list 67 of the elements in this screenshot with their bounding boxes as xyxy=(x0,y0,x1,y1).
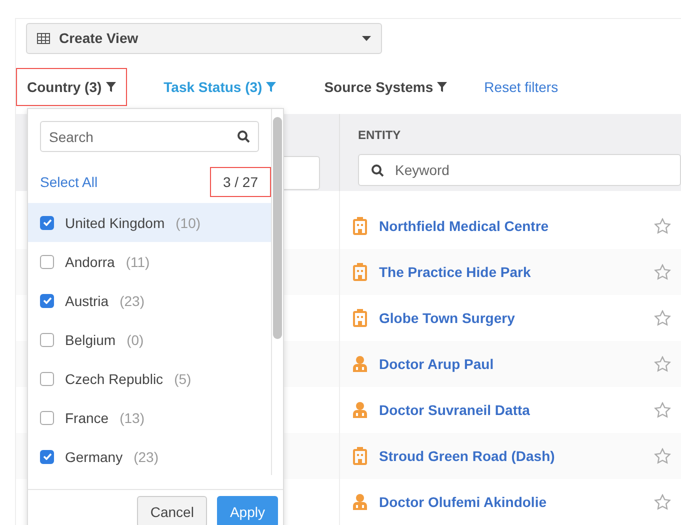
country-option[interactable]: United Kingdom (10) xyxy=(28,203,271,242)
country-label: France xyxy=(65,410,109,426)
building-icon xyxy=(353,447,367,465)
entity-link[interactable]: Doctor Olufemi Akindolie xyxy=(379,494,642,510)
table-icon xyxy=(37,32,50,44)
country-option[interactable]: Belgium (0) xyxy=(28,320,271,359)
doctor-icon xyxy=(353,356,367,372)
star-icon[interactable] xyxy=(654,218,671,234)
search-field[interactable]: Search xyxy=(40,121,259,152)
scrollbar-thumb[interactable] xyxy=(273,117,282,339)
country-label: Czech Republic xyxy=(65,370,164,386)
star-icon[interactable] xyxy=(654,264,671,280)
country-option[interactable]: Germany (23) xyxy=(28,437,271,476)
country-count: (13) xyxy=(120,410,144,426)
doctor-icon xyxy=(353,402,367,418)
checkmark-icon xyxy=(42,297,52,304)
column-header: ENTITY xyxy=(358,128,402,142)
search-icon xyxy=(237,130,250,143)
reset-filters-link[interactable]: Reset filters xyxy=(484,78,558,95)
country-label: Austria xyxy=(65,292,109,308)
checkbox[interactable] xyxy=(40,294,54,308)
country-option[interactable]: Czech Republic (5) xyxy=(28,359,271,398)
filter-button[interactable]: Source Systems xyxy=(313,68,458,106)
country-label: United Kingdom xyxy=(65,214,165,230)
doctor-icon xyxy=(353,494,367,510)
checkbox[interactable] xyxy=(40,372,54,386)
country-label: Belgium xyxy=(65,332,116,348)
country-option[interactable]: France (13) xyxy=(28,398,271,437)
caret-icon xyxy=(362,36,371,41)
entity-link[interactable]: Globe Town Surgery xyxy=(379,310,642,326)
search-icon xyxy=(371,164,384,176)
checkbox[interactable] xyxy=(40,450,54,464)
country-count: (5) xyxy=(174,370,192,386)
checkbox[interactable] xyxy=(40,254,54,268)
filter-icon xyxy=(437,82,448,92)
building-icon xyxy=(353,263,367,281)
country-count: (23) xyxy=(134,448,158,464)
filter-button[interactable]: Country (3) xyxy=(16,68,127,106)
star-icon[interactable] xyxy=(654,356,671,372)
view-selector[interactable]: Create View xyxy=(26,23,382,54)
checkbox[interactable] xyxy=(40,216,54,230)
entity-link[interactable]: Northfield Medical Centre xyxy=(379,218,642,234)
country-count: (10) xyxy=(176,214,201,230)
filter-icon xyxy=(266,82,276,92)
entity-link[interactable]: Doctor Suvraneil Datta xyxy=(379,402,642,418)
checkbox[interactable] xyxy=(40,332,54,346)
selection-counter: 3 / 27 xyxy=(210,167,271,197)
checkbox[interactable] xyxy=(40,410,54,424)
country-count: (0) xyxy=(126,332,144,348)
country-count: (11) xyxy=(126,254,150,270)
country-option[interactable]: Austria (23) xyxy=(28,281,271,320)
select-all-link[interactable]: Select All xyxy=(40,174,98,190)
star-icon[interactable] xyxy=(654,310,671,326)
checkmark-icon xyxy=(42,219,52,226)
checkmark-icon xyxy=(42,453,52,460)
star-icon[interactable] xyxy=(654,448,671,464)
building-icon xyxy=(353,217,367,235)
country-option[interactable]: Andorra (11) xyxy=(28,242,271,281)
country-count: (23) xyxy=(120,292,144,308)
building-icon xyxy=(353,309,367,327)
star-icon[interactable] xyxy=(654,494,671,510)
filter-icon xyxy=(106,82,116,92)
keyword-field[interactable]: Keyword xyxy=(358,154,681,186)
star-icon[interactable] xyxy=(654,402,671,418)
cancel-button[interactable]: Cancel xyxy=(137,496,207,525)
country-label: Andorra xyxy=(65,254,115,270)
country-label: Germany xyxy=(65,448,123,464)
